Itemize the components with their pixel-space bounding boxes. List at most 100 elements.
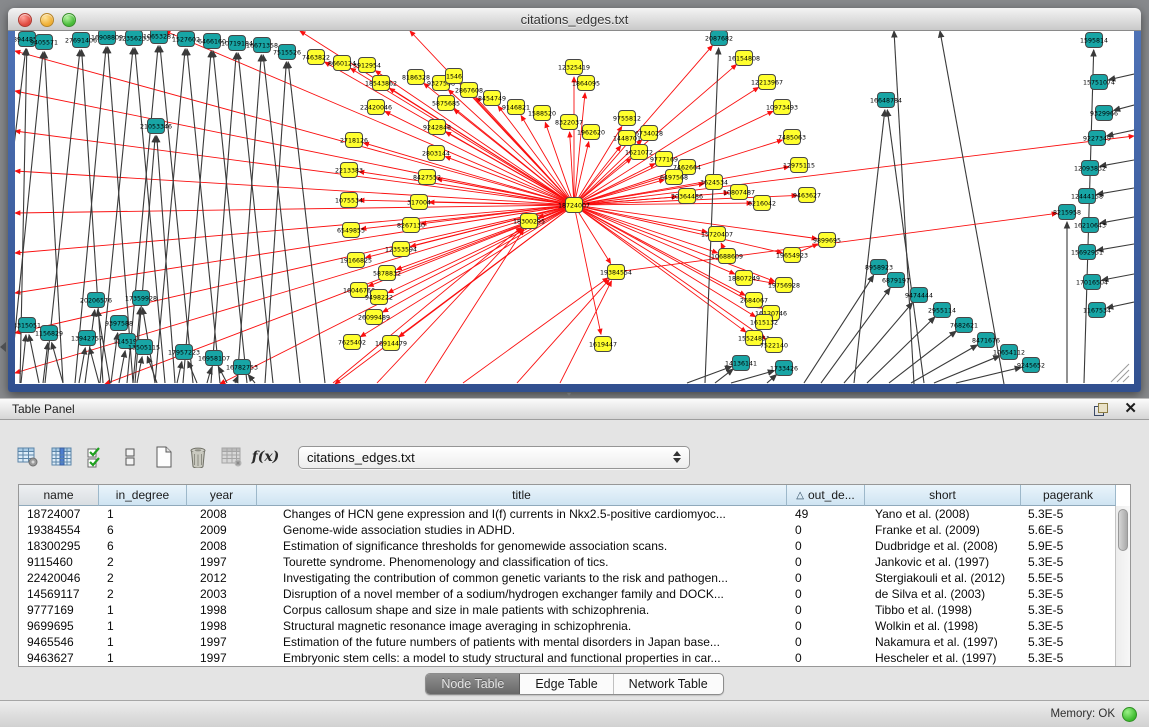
network-node[interactable]: 12325419: [558, 60, 590, 75]
network-node[interactable]: 12444158: [1071, 189, 1103, 204]
table-row[interactable]: 977716911998Corpus callosum shape and si…: [19, 602, 1116, 618]
network-node[interactable]: 8215958: [1053, 205, 1081, 220]
network-node[interactable]: 8958923: [865, 260, 893, 275]
select-rows-button[interactable]: [82, 444, 109, 471]
network-node[interactable]: 13942757: [71, 331, 103, 346]
table-row[interactable]: 946362711997Embryonic stem cells: a mode…: [19, 650, 1116, 666]
network-node[interactable]: 16782753: [226, 360, 258, 375]
window-titlebar[interactable]: citations_edges.txt: [8, 8, 1141, 31]
minimize-window-button[interactable]: [40, 13, 54, 27]
network-node[interactable]: 12353594: [385, 242, 417, 257]
tab-network-table[interactable]: Network Table: [614, 674, 723, 694]
table-row[interactable]: 946554611997Estimation of the future num…: [19, 634, 1116, 650]
tab-node-table[interactable]: Node Table: [426, 674, 520, 694]
network-node[interactable]: 1588520: [528, 106, 556, 121]
memory-status-icon[interactable]: [1122, 707, 1137, 722]
float-panel-icon[interactable]: [1094, 403, 1108, 416]
tab-edge-table[interactable]: Edge Table: [520, 674, 613, 694]
function-builder-button[interactable]: f(x): [252, 444, 279, 471]
column-header-name[interactable]: name: [19, 485, 99, 506]
network-node[interactable]: 9463627: [793, 188, 821, 203]
column-header-in_degree[interactable]: in_degree: [99, 485, 187, 506]
network-canvas[interactable]: 1872400718300295193845543912954185438622…: [15, 31, 1134, 384]
network-node[interactable]: 3624534: [700, 175, 728, 190]
network-node[interactable]: 16210643: [1074, 218, 1106, 233]
network-node[interactable]: 16914479: [375, 336, 407, 351]
network-node[interactable]: 16958107: [198, 351, 230, 366]
column-header-out_de[interactable]: △out_de...: [787, 485, 865, 506]
network-node[interactable]: 15751074: [1083, 75, 1115, 90]
network-node[interactable]: 7682621: [950, 318, 978, 333]
network-node[interactable]: 1595814: [1080, 33, 1108, 48]
network-node[interactable]: 9329966: [1090, 106, 1118, 121]
table-settings-button[interactable]: [14, 444, 41, 471]
table-select[interactable]: citations_edges.txt: [298, 446, 690, 469]
zoom-window-button[interactable]: [62, 13, 76, 27]
network-node[interactable]: 20364486: [671, 189, 703, 204]
network-node[interactable]: 8322037: [555, 115, 583, 130]
resize-grip-icon[interactable]: [1111, 364, 1129, 382]
network-node[interactable]: 5878832: [373, 266, 401, 281]
network-node[interactable]: 1075534: [335, 193, 363, 208]
network-node[interactable]: 16154808: [728, 51, 760, 66]
close-window-button[interactable]: [18, 13, 32, 27]
panel-collapse-arrow-icon[interactable]: [0, 342, 6, 352]
network-node[interactable]: 8660124: [328, 56, 356, 71]
network-node[interactable]: 1962620: [577, 125, 605, 140]
show-columns-button[interactable]: [48, 444, 75, 471]
table-row[interactable]: 911546021997Tourette syndrome. Phenomeno…: [19, 554, 1116, 570]
network-node[interactable]: 15720407: [701, 227, 733, 242]
network-node[interactable]: 1167534: [1083, 303, 1111, 318]
import-table-button-disabled[interactable]: [218, 444, 245, 471]
network-node[interactable]: 2213383: [335, 163, 363, 178]
network-node[interactable]: 8427552: [413, 170, 441, 185]
network-node[interactable]: 12093832: [1074, 161, 1106, 176]
table-row[interactable]: 1830029562008Estimation of significance …: [19, 538, 1116, 554]
network-node[interactable]: 17359928: [125, 291, 157, 306]
table-row[interactable]: 1938455462009Genome-wide association stu…: [19, 522, 1116, 538]
table-row[interactable]: 2242004622012Investigating the contribut…: [19, 570, 1116, 586]
network-node[interactable]: 8186328: [402, 70, 430, 85]
scrollbar-thumb[interactable]: [1118, 509, 1128, 551]
delete-rows-button[interactable]: [184, 444, 211, 471]
network-node[interactable]: 3912954: [353, 58, 381, 73]
column-header-year[interactable]: year: [187, 485, 257, 506]
column-header-title[interactable]: title: [257, 485, 787, 506]
network-node[interactable]: 7485063: [778, 130, 806, 145]
network-node[interactable]: 10688609: [711, 249, 743, 264]
network-node[interactable]: 17016504: [1076, 275, 1108, 290]
network-node[interactable]: 12213967: [751, 75, 783, 90]
table-panel: Table Panel ✕: [0, 398, 1149, 700]
table-row[interactable]: 969969511998Structural magnetic resonanc…: [19, 618, 1116, 634]
network-node[interactable]: 2803144: [422, 146, 450, 161]
column-header-pagerank[interactable]: pagerank: [1021, 485, 1116, 506]
network-node[interactable]: 2087682: [705, 31, 733, 46]
network-node[interactable]: 6879197: [882, 273, 910, 288]
network-node[interactable]: 9755812: [613, 111, 641, 126]
network-node[interactable]: 1864095: [572, 76, 600, 91]
network-node[interactable]: 1546: [446, 69, 463, 84]
column-header-short[interactable]: short: [865, 485, 1021, 506]
network-node[interactable]: 2955114: [928, 303, 956, 318]
vertical-scrollbar[interactable]: [1115, 506, 1130, 666]
network-node[interactable]: 15692951: [1071, 245, 1103, 260]
table-mode-button[interactable]: [116, 444, 143, 471]
network-node[interactable]: 14136141: [725, 356, 757, 371]
network-node[interactable]: 7625402: [338, 335, 366, 350]
network-node[interactable]: 19756928: [768, 278, 800, 293]
close-panel-icon[interactable]: ✕: [1124, 402, 1137, 416]
network-node[interactable]: 1619447: [589, 337, 617, 352]
network-node[interactable]: 1733426: [770, 361, 798, 376]
network-node[interactable]: 317004: [407, 195, 431, 210]
new-document-button[interactable]: [150, 444, 177, 471]
network-node[interactable]: 5875685: [432, 96, 460, 111]
network-node[interactable]: 19384554: [600, 265, 632, 280]
network-node[interactable]: 2718126: [340, 133, 368, 148]
table-row[interactable]: 1456911722003Disruption of a novel membe…: [19, 586, 1116, 602]
network-node[interactable]: 9146821: [502, 100, 530, 115]
network-node[interactable]: 9227349: [1083, 131, 1111, 146]
table-row[interactable]: 1872400712008Changes of HCN gene express…: [19, 506, 1116, 522]
network-node[interactable]: 9245652: [1017, 358, 1045, 373]
network-node[interactable]: 19166825: [340, 253, 372, 268]
network-node[interactable]: 12975115: [783, 158, 815, 173]
